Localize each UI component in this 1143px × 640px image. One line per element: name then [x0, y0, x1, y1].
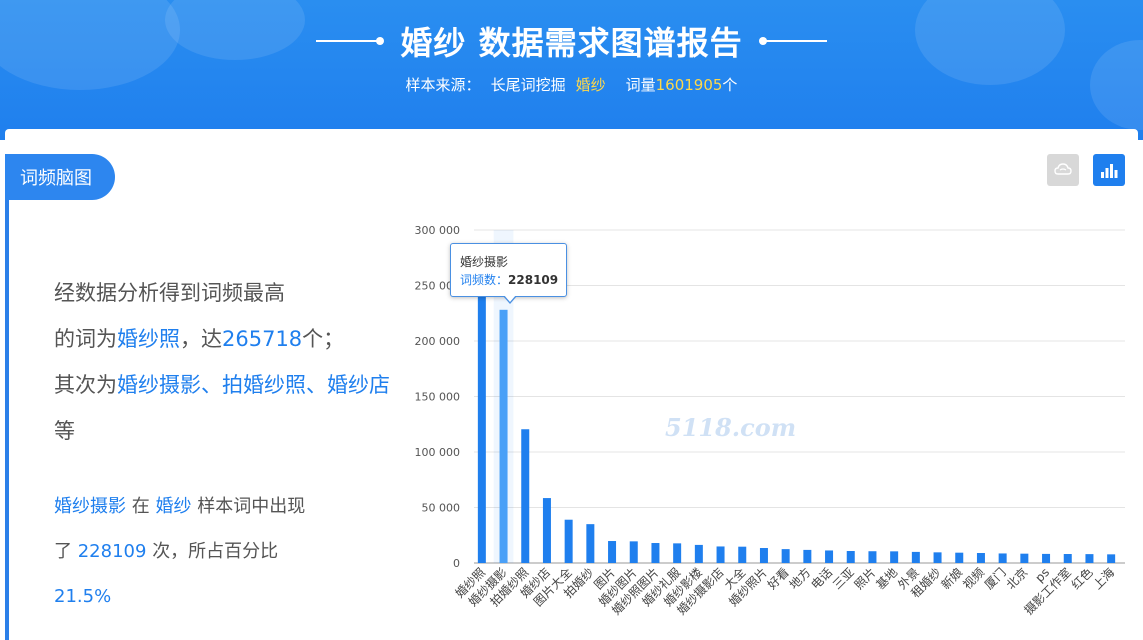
- bar[interactable]: [933, 552, 942, 563]
- source-value: 长尾词挖掘: [490, 76, 566, 94]
- detail-word: 婚纱摄影: [54, 496, 126, 517]
- detail-text: 次，所占百分比: [152, 541, 279, 562]
- y-tick-label: 200 000: [415, 335, 461, 348]
- x-tick-label: 厦门: [981, 565, 1009, 593]
- chart-tooltip: 婚纱摄影 词频数：228109: [450, 243, 567, 297]
- bar[interactable]: [825, 550, 834, 563]
- bar-chart-icon: [1101, 164, 1118, 178]
- bar[interactable]: [521, 429, 530, 563]
- summary-text: 其次为: [54, 373, 117, 397]
- tooltip-row: 词频数：228109: [460, 271, 566, 289]
- x-tick-label: 基地: [873, 565, 900, 592]
- top-count: 265718: [222, 327, 303, 351]
- cloud-icon: [1054, 163, 1072, 175]
- x-tick-label: 视频: [959, 565, 987, 593]
- card-accent-stripe: [5, 190, 9, 640]
- banner-subtitle: 样本来源： 长尾词挖掘 婚纱 词量1601905个: [0, 74, 1143, 95]
- bar[interactable]: [1042, 553, 1051, 563]
- y-tick-label: 300 000: [415, 224, 461, 237]
- bar[interactable]: [955, 552, 964, 563]
- top-word: 婚纱照: [117, 327, 180, 351]
- tooltip-title: 婚纱摄影: [460, 255, 509, 269]
- detail-percent: 21.5%: [54, 586, 112, 607]
- title-decoration-right: [758, 37, 827, 45]
- summary-line-3: 其次为婚纱摄影、拍婚纱照、婚纱店等: [54, 362, 404, 454]
- bar[interactable]: [781, 549, 790, 563]
- bar[interactable]: [890, 551, 899, 563]
- cloud-view-button[interactable]: [1047, 154, 1079, 186]
- detail-line-3: 21.5%: [54, 574, 384, 619]
- title-decoration-left: [316, 37, 385, 45]
- x-tick-label: 三亚: [830, 565, 857, 592]
- bar[interactable]: [608, 541, 617, 563]
- bar[interactable]: [759, 548, 768, 563]
- x-tick-label: 红色: [1068, 565, 1096, 593]
- detail-line-2: 了 228109 次，所占百分比: [54, 529, 384, 574]
- detail-text: 在: [131, 496, 150, 517]
- detail-line-1: 婚纱摄影 在 婚纱 样本词中出现: [54, 484, 384, 529]
- bar-chart-view-button[interactable]: [1093, 154, 1125, 186]
- bar[interactable]: [803, 549, 812, 563]
- bar[interactable]: [738, 546, 747, 563]
- y-tick-label: 50 000: [422, 502, 461, 515]
- tooltip-label: 词频数：: [460, 273, 509, 287]
- detail-text: 了: [54, 541, 72, 562]
- frequency-summary: 经数据分析得到词频最高 的词为婚纱照，达265718个； 其次为婚纱摄影、拍婚纱…: [54, 270, 404, 454]
- bar[interactable]: [586, 524, 595, 563]
- selected-word-detail: 婚纱摄影 在 婚纱 样本词中出现 了 228109 次，所占百分比 21.5%: [54, 484, 384, 619]
- next-words: 婚纱摄影、拍婚纱照、婚纱店: [117, 373, 390, 397]
- report-title: 婚纱 数据需求图谱报告: [400, 24, 743, 62]
- x-tick-label: 北京: [1004, 565, 1031, 592]
- x-tick-label: 电话: [808, 565, 835, 592]
- y-tick-label: 100 000: [415, 446, 461, 459]
- bar[interactable]: [694, 544, 703, 563]
- bar[interactable]: [998, 553, 1007, 563]
- detail-keyword: 婚纱: [155, 496, 192, 517]
- bar[interactable]: [1063, 554, 1072, 563]
- x-tick-label: 地方: [786, 565, 814, 593]
- banner-title-row: 婚纱 数据需求图谱报告: [0, 18, 1143, 64]
- bar[interactable]: [629, 541, 638, 563]
- bar[interactable]: [1107, 554, 1116, 563]
- summary-text: 的词为: [54, 327, 117, 351]
- bar[interactable]: [846, 551, 855, 563]
- x-tick-label: 好看: [765, 565, 792, 592]
- tooltip-pointer: [503, 295, 517, 304]
- summary-line-1: 经数据分析得到词频最高: [54, 281, 285, 305]
- summary-text: ，达: [180, 327, 222, 351]
- bar[interactable]: [1020, 553, 1029, 563]
- x-tick-label: 照片: [852, 565, 879, 592]
- y-tick-label: 150 000: [415, 391, 461, 404]
- summary-text: 等: [54, 419, 75, 443]
- bar[interactable]: [477, 268, 486, 563]
- bar[interactable]: [499, 309, 508, 563]
- detail-text: 样本词中出现: [197, 496, 306, 517]
- count-value: 1601905: [655, 76, 723, 94]
- x-tick-label: 上海: [1090, 565, 1118, 593]
- tooltip-value: 228109: [508, 273, 559, 287]
- source-label: 样本来源：: [405, 76, 481, 94]
- count-label: 词量: [625, 76, 656, 94]
- bar[interactable]: [564, 519, 573, 563]
- bar[interactable]: [911, 551, 920, 563]
- bar[interactable]: [716, 546, 725, 563]
- watermark-logo: 5118.com: [665, 413, 797, 442]
- summary-line-2: 的词为婚纱照，达265718个；: [54, 316, 404, 362]
- bar[interactable]: [1085, 554, 1094, 563]
- bar[interactable]: [651, 543, 660, 563]
- summary-text: 个；: [302, 327, 345, 351]
- y-tick-label: 0: [453, 557, 460, 570]
- keyword-highlight: 婚纱: [575, 76, 606, 94]
- bar[interactable]: [542, 498, 551, 563]
- bar[interactable]: [976, 553, 985, 563]
- count-unit: 个: [722, 76, 738, 94]
- bar[interactable]: [868, 551, 877, 563]
- detail-count: 228109: [77, 541, 147, 562]
- x-tick-label: 新娘: [938, 565, 966, 593]
- report-banner: 婚纱 数据需求图谱报告 样本来源： 长尾词挖掘 婚纱 词量1601905个: [0, 0, 1143, 140]
- bar[interactable]: [673, 543, 682, 563]
- section-tab-word-frequency[interactable]: 词频脑图: [5, 154, 115, 200]
